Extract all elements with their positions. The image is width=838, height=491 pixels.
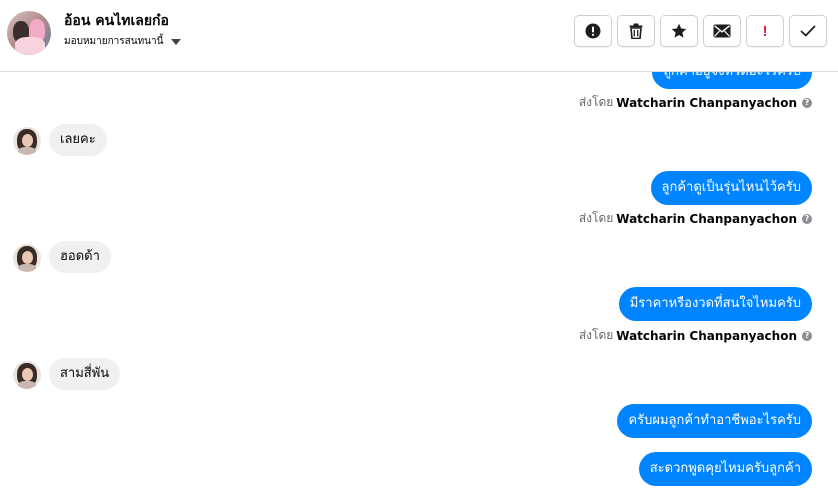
contact-avatar-small[interactable] xyxy=(13,244,41,272)
outgoing-message[interactable]: ครับผมลูกค้าทำอาชีพอะไรครับ xyxy=(617,404,812,438)
incoming-message[interactable]: สามสี่พัน xyxy=(49,358,121,390)
mark-done-button[interactable] xyxy=(789,15,827,47)
important-label: ! xyxy=(762,22,768,40)
contact-name[interactable]: อ้อน คนไทเลยก๋อ xyxy=(64,10,169,32)
sender-name: Watcharin Chanpanyachon xyxy=(616,95,797,110)
help-icon[interactable]: ? xyxy=(802,213,812,224)
sender-name: Watcharin Chanpanyachon xyxy=(616,211,797,226)
sent-by-line: ส่งโดย Watcharin Chanpanyachon ? xyxy=(579,326,812,345)
help-icon[interactable]: ? xyxy=(802,330,812,341)
outgoing-message[interactable]: มีราคาหรืองวดที่สนใจไหมครับ xyxy=(618,287,812,321)
star-icon xyxy=(671,23,687,38)
contact-avatar-small[interactable] xyxy=(13,127,41,155)
envelope-icon xyxy=(713,24,731,38)
contact-avatar[interactable] xyxy=(7,11,51,55)
delete-button[interactable] xyxy=(617,15,655,47)
mark-important-button[interactable]: ! xyxy=(746,15,784,47)
sender-name: Watcharin Chanpanyachon xyxy=(616,328,797,343)
caret-down-icon xyxy=(171,38,182,45)
incoming-message[interactable]: เลยคะ xyxy=(49,124,107,156)
incoming-message[interactable]: ฮอดด้า xyxy=(49,241,111,273)
assign-label: มอบหมายการสนทนานี้ xyxy=(64,36,164,47)
alert-circle-icon xyxy=(585,23,601,39)
mark-spam-button[interactable] xyxy=(574,15,612,47)
trash-icon xyxy=(629,23,643,39)
sent-by-prefix: ส่งโดย xyxy=(578,95,614,109)
conversation-header: อ้อน คนไทเลยก๋อ มอบหมายการสนทนานี้ ! xyxy=(0,0,838,72)
sent-by-prefix: ส่งโดย xyxy=(578,328,614,342)
mark-unread-button[interactable] xyxy=(703,15,741,47)
contact-avatar-small[interactable] xyxy=(13,361,41,389)
star-button[interactable] xyxy=(660,15,698,47)
sent-by-line: ส่งโดย Watcharin Chanpanyachon ? xyxy=(579,93,812,112)
sent-by-line: ส่งโดย Watcharin Chanpanyachon ? xyxy=(579,209,812,228)
assign-conversation-dropdown[interactable]: มอบหมายการสนทนานี้ xyxy=(64,34,182,49)
check-icon xyxy=(800,25,816,37)
sent-by-prefix: ส่งโดย xyxy=(578,211,614,225)
help-icon[interactable]: ? xyxy=(802,97,812,108)
conversation-toolbar: ! xyxy=(574,15,827,47)
outgoing-message[interactable]: ลูกค้าดูเป็นรุ่นไหนไว้ครับ xyxy=(650,171,812,205)
outgoing-message[interactable]: สะดวกพูดคุยไหมครับลูกค้า xyxy=(638,452,812,486)
